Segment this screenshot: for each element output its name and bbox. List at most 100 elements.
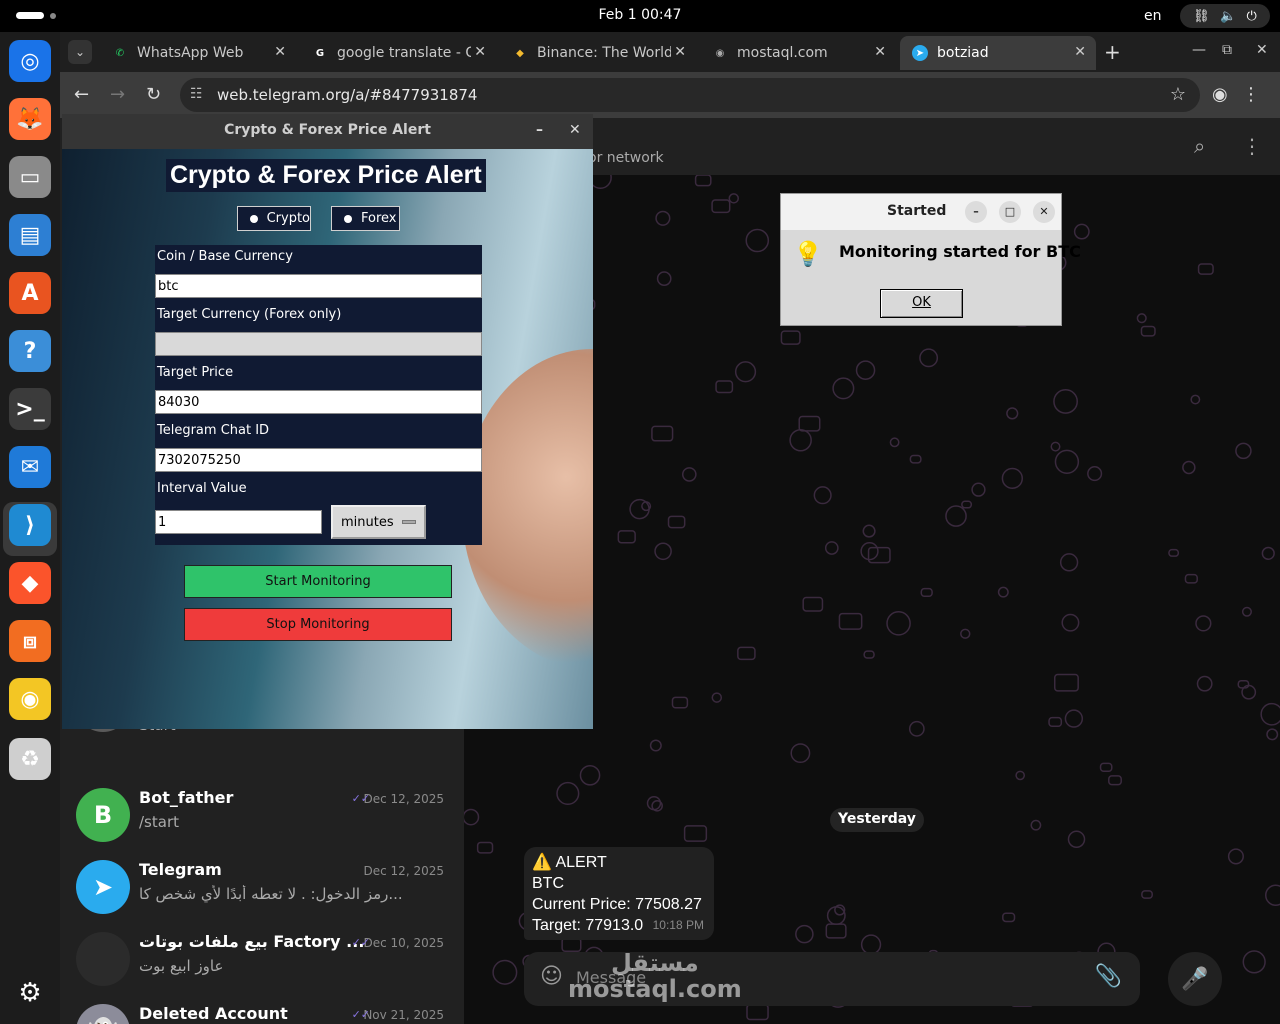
pattern-doodle	[1190, 394, 1201, 405]
tab-mostaql[interactable]: ◉ mostaql.com ✕	[700, 36, 896, 70]
pattern-doodle	[1050, 441, 1061, 452]
chat-avatar: ➤	[76, 860, 130, 914]
tab-google[interactable]: Ggoogle translate - G ✕	[300, 36, 496, 70]
rhythmbox-icon[interactable]: ◉	[9, 678, 51, 720]
target-price-label: Target Price	[157, 365, 234, 380]
back-icon[interactable]: ←	[74, 84, 89, 105]
browser-toolbar: ← → ↻ ☷ web.telegram.org/a/#8477931874 ☆…	[60, 72, 1280, 118]
forward-icon[interactable]: →	[110, 84, 125, 105]
ok-button[interactable]: OK	[880, 289, 963, 318]
alert-message-bubble[interactable]: ⚠️ ALERT BTC Current Price: 77508.27 Tar…	[524, 847, 714, 940]
tab-title: botziad	[937, 45, 989, 61]
maximize-icon[interactable]: □	[999, 201, 1021, 223]
show-apps-icon[interactable]: ⚙	[9, 972, 51, 1014]
close-window-icon[interactable]: ✕	[1256, 42, 1268, 58]
radio-forex[interactable]: Forex	[331, 206, 400, 231]
pattern-doodle	[745, 228, 770, 253]
chat-id-label: Telegram Chat ID	[157, 423, 270, 438]
new-tab-button[interactable]: +	[1104, 40, 1121, 64]
chat-list-item[interactable]: 👻 Deleted Account Nov 21, 2025✓✓	[60, 996, 464, 1024]
system-status-menu[interactable]: ⛓ 🔈 ⏻	[1180, 4, 1270, 28]
chat-name: بيع ملفات بوتات Factory ...	[139, 932, 365, 951]
target-currency-input[interactable]	[155, 332, 482, 356]
profile-icon[interactable]: ◉	[1212, 84, 1228, 105]
menu-kebab-icon[interactable]: ⋮	[1242, 84, 1260, 105]
coin-input[interactable]: btc	[155, 274, 482, 298]
pattern-doodle	[1241, 606, 1252, 617]
chat-list-item[interactable]: ➤ Telegram رمز الدخول: . لا تعطه أبدًا لأي…	[60, 852, 464, 924]
chat-list-item[interactable]: B Bot_father/start Dec 12, 2025 ✓✓	[60, 780, 464, 852]
radio-crypto[interactable]: Crypto	[237, 206, 311, 231]
pattern-doodle	[1053, 389, 1078, 414]
stop-monitoring-button[interactable]: Stop Monitoring	[184, 608, 452, 641]
minimize-icon[interactable]: —	[1192, 42, 1206, 58]
files-icon[interactable]: ▭	[9, 156, 51, 198]
pattern-doodle	[1061, 613, 1080, 632]
restore-icon[interactable]: ⧉	[1222, 42, 1232, 58]
pattern-doodle	[1030, 819, 1042, 831]
watermark-latin: mostaql.com	[568, 975, 742, 1003]
tab-whatsapp[interactable]: ✆ WhatsApp Web ✕	[100, 36, 296, 70]
bookmark-star-icon[interactable]: ☆	[1170, 84, 1186, 105]
tab-binance[interactable]: ◆ Binance: The World ✕	[500, 36, 696, 70]
close-tab-icon[interactable]: ✕	[474, 44, 486, 60]
pattern-doodle	[1059, 553, 1079, 572]
chat-menu-icon[interactable]: ⋮	[1242, 134, 1262, 158]
help-icon[interactable]: ?	[9, 330, 51, 372]
pattern-doodle	[1266, 728, 1279, 741]
address-url[interactable]: web.telegram.org/a/#8477931874	[217, 86, 477, 104]
dock: ◎ 🦊 ▭ ▤ A? >_ ✉ ⟩ ◆ ⧈ ◉ ♻ ⚙	[0, 32, 60, 1024]
search-icon[interactable]: ⌕	[1194, 134, 1205, 158]
radio-label: Forex	[361, 211, 397, 226]
interval-input[interactable]: 1	[155, 510, 322, 534]
firefox-icon[interactable]: 🦊	[9, 98, 51, 140]
system-clock[interactable]: Feb 1 00:47	[0, 7, 1280, 23]
app-center-icon[interactable]: A	[9, 272, 51, 314]
site-settings-icon[interactable]: ☷	[190, 86, 203, 102]
writer-icon[interactable]: ▤	[9, 214, 51, 256]
close-icon[interactable]: ✕	[569, 114, 581, 146]
dialog-titlebar[interactable]: Started – □ ✕	[781, 194, 1061, 230]
chat-date: Dec 10, 2025	[363, 936, 444, 950]
close-tab-icon[interactable]: ✕	[874, 44, 886, 60]
chat-id-input[interactable]: 7302075250	[155, 448, 482, 472]
close-tab-icon[interactable]: ✕	[1074, 44, 1086, 60]
pattern-doodle	[867, 546, 891, 564]
start-monitoring-button[interactable]: Start Monitoring	[184, 565, 452, 598]
binance-icon: ◆	[516, 47, 524, 59]
target-currency-label: Target Currency (Forex only)	[157, 307, 342, 322]
input-language-indicator[interactable]: en	[1144, 8, 1162, 24]
interval-label: Interval Value	[157, 481, 247, 496]
brave-icon[interactable]: ◆	[9, 562, 51, 604]
chat-avatar	[76, 932, 130, 986]
pattern-doodle	[1001, 467, 1024, 490]
network-app-icon[interactable]: ⧈	[9, 620, 51, 662]
tab-title: google translate - G	[337, 45, 471, 61]
terminal-icon[interactable]: >_	[9, 388, 51, 430]
reload-icon[interactable]: ↻	[146, 84, 161, 105]
attach-icon[interactable]: 📎	[1095, 964, 1122, 989]
target-price-input[interactable]: 84030	[155, 390, 482, 414]
window-titlebar[interactable]: Crypto & Forex Price Alert – ✕	[62, 114, 593, 149]
pattern-doodle	[694, 175, 712, 187]
app-body: Crypto & Forex Price Alert Crypto Forex …	[62, 149, 593, 729]
emoji-icon[interactable]: ☺	[540, 964, 563, 989]
chat-list-item[interactable]: بيع ملفات بوتات Factory ... عاوز ابيع بوت…	[60, 924, 464, 996]
thunderbird-icon[interactable]: ✉	[9, 446, 51, 488]
pattern-doodle	[960, 628, 971, 639]
tab-search-button[interactable]: ⌄	[68, 40, 92, 64]
tab-botziad[interactable]: ➤ botziad ✕	[900, 36, 1096, 70]
voice-record-button[interactable]: 🎤	[1168, 952, 1222, 1006]
address-bar[interactable]: ☷ web.telegram.org/a/#8477931874 ☆	[180, 78, 1200, 112]
chrome-icon[interactable]: ◎	[9, 40, 51, 82]
minimize-icon[interactable]: –	[536, 114, 543, 146]
minimize-icon[interactable]: –	[965, 201, 987, 223]
pattern-doodle	[824, 541, 839, 555]
interval-unit-dropdown[interactable]: minutes	[331, 505, 426, 539]
close-tab-icon[interactable]: ✕	[674, 44, 686, 60]
trash-icon[interactable]: ♻	[9, 738, 51, 780]
close-icon[interactable]: ✕	[1033, 201, 1055, 223]
close-tab-icon[interactable]: ✕	[274, 44, 286, 60]
vscode-icon[interactable]: ⟩	[9, 504, 51, 546]
chat-date: Dec 12, 2025	[363, 792, 444, 806]
